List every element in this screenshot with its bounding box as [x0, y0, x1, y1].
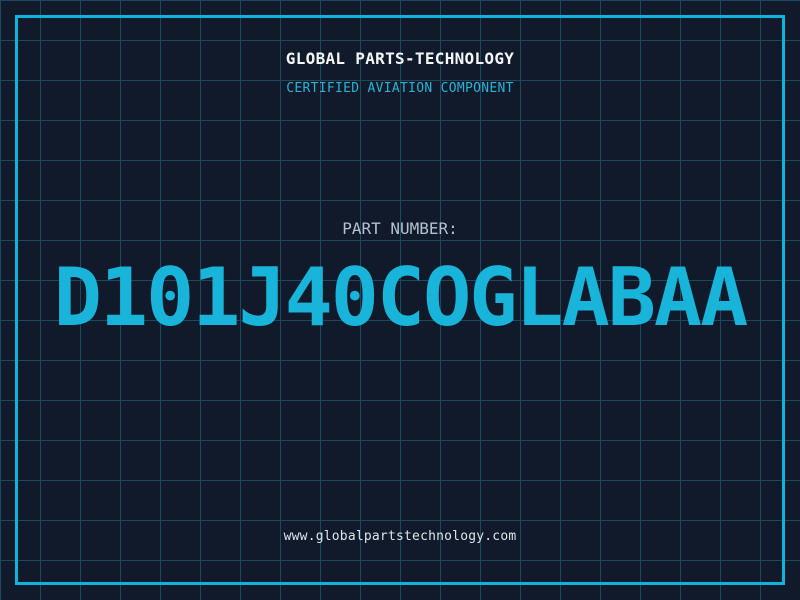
label-canvas: GLOBAL PARTS-TECHNOLOGY CERTIFIED AVIATI…	[0, 0, 800, 600]
certification-subtitle: CERTIFIED AVIATION COMPONENT	[286, 81, 514, 96]
company-name: GLOBAL PARTS-TECHNOLOGY	[285, 49, 515, 68]
part-number-label: PART NUMBER:	[342, 219, 458, 238]
part-number-value: D101J40COGLABAA	[53, 251, 748, 344]
website-url: www.globalpartstechnology.com	[283, 529, 517, 544]
